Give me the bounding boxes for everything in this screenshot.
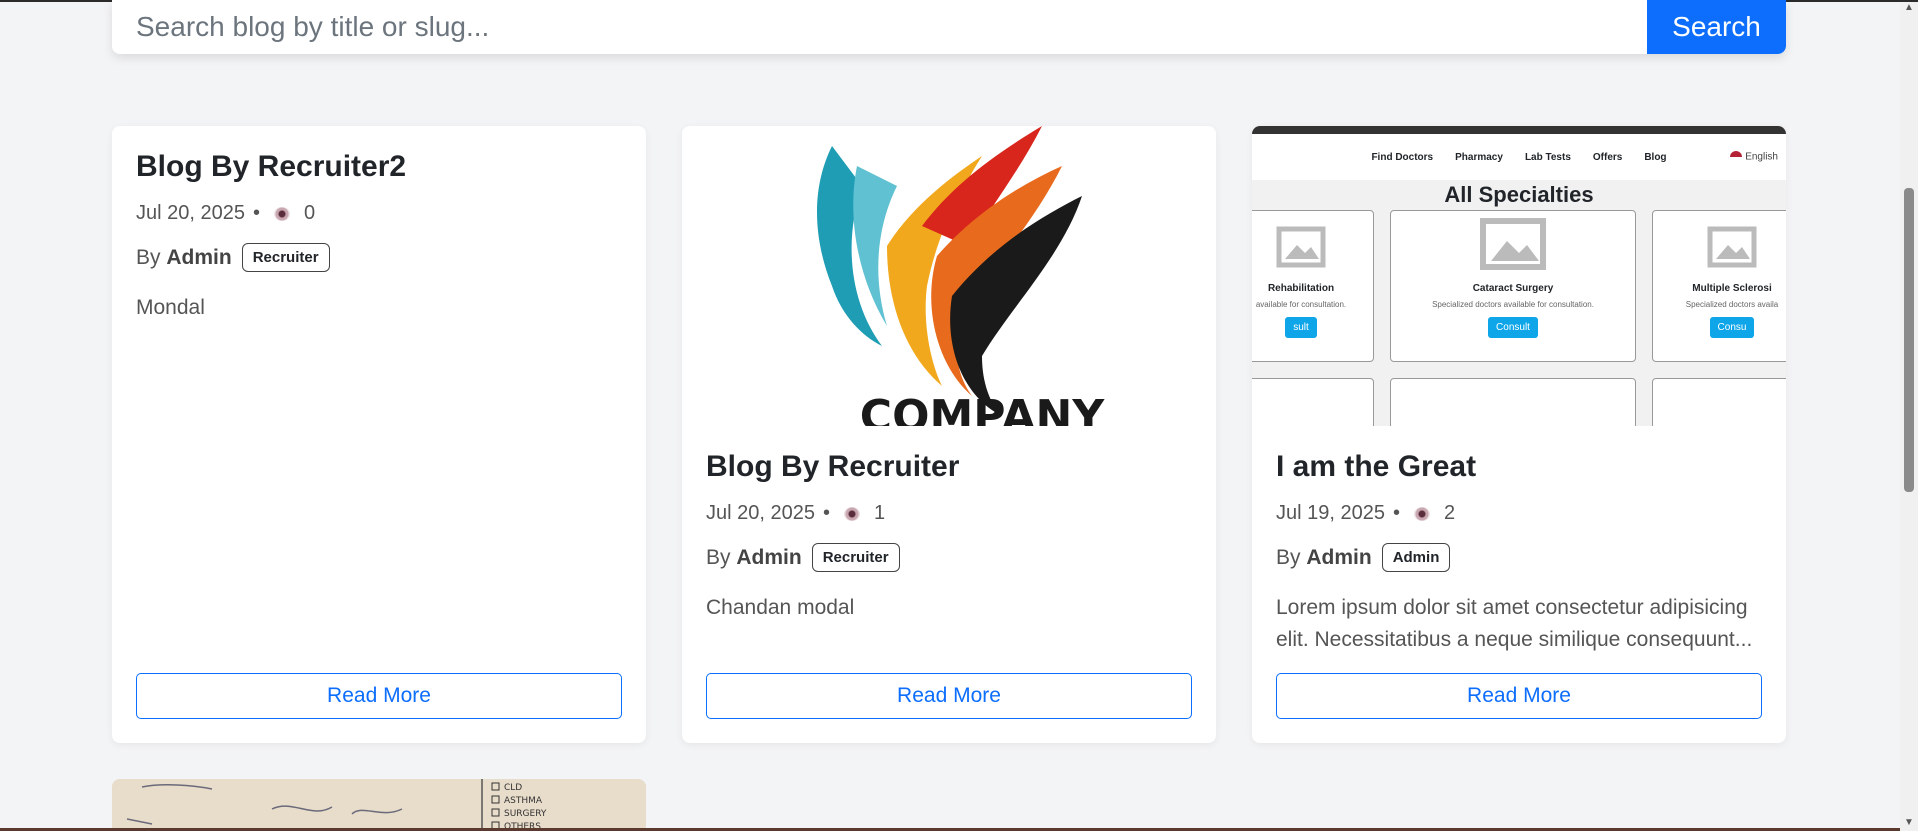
- handwritten-note-image: CLD ASTHMA SURGERY OTHERS: [112, 779, 646, 831]
- read-more-button[interactable]: Read More: [136, 673, 622, 719]
- specialty-tile: Cataract Surgery Specialized doctors ava…: [1390, 210, 1636, 362]
- card-excerpt: Lorem ipsum dolor sit amet consectetur a…: [1276, 596, 1753, 651]
- card-author: By Admin Admin: [1276, 543, 1762, 572]
- card-title[interactable]: Blog By Recruiter2: [136, 150, 622, 184]
- svg-text:SURGERY: SURGERY: [504, 809, 547, 819]
- svg-text:ASTHMA: ASTHMA: [504, 796, 543, 806]
- by-label: By: [706, 545, 731, 569]
- company-logo-image[interactable]: COMPANY: [682, 126, 1216, 426]
- svg-text:CLD: CLD: [504, 783, 522, 793]
- role-badge: Recruiter: [811, 543, 900, 572]
- eye-icon: [274, 206, 290, 221]
- view-count: 1: [874, 502, 886, 524]
- author-name: Admin: [736, 545, 802, 569]
- read-more-button[interactable]: Read More: [706, 673, 1192, 719]
- blog-card: Find Doctors Pharmacy Lab Tests Offers B…: [1252, 126, 1786, 743]
- image-placeholder-icon: [1276, 226, 1326, 268]
- card-title[interactable]: Blog By Recruiter: [706, 450, 1192, 484]
- search-bar: Search: [112, 0, 1786, 54]
- blog-card: COMPANY Blog By Recruiter Jul 20, 2025 •…: [682, 126, 1216, 743]
- mini-nav: Find Doctors Pharmacy Lab Tests Offers B…: [1371, 151, 1778, 163]
- specialty-tile: Rehabilitation available for consultatio…: [1252, 210, 1374, 362]
- specialty-tile: Multiple Sclerosi Specialized doctors av…: [1652, 210, 1786, 362]
- flag-icon: [1730, 151, 1743, 163]
- card-meta: Jul 19, 2025 • 2: [1276, 502, 1456, 524]
- logo-text: COMPANY: [860, 391, 1106, 426]
- by-label: By: [136, 245, 161, 269]
- card-date: Jul 20, 2025: [706, 502, 815, 524]
- card-excerpt: Mondal: [136, 296, 205, 319]
- card-excerpt: Chandan modal: [706, 596, 855, 619]
- card-author: By Admin Recruiter: [706, 543, 1192, 572]
- mini-heading: All Specialties: [1252, 180, 1786, 210]
- vertical-scrollbar[interactable]: ▲ ▼: [1900, 2, 1918, 831]
- view-count: 2: [1444, 502, 1456, 524]
- card-date: Jul 20, 2025: [136, 202, 245, 224]
- specialties-screenshot-image[interactable]: Find Doctors Pharmacy Lab Tests Offers B…: [1252, 126, 1786, 426]
- eye-icon: [844, 506, 860, 521]
- image-placeholder-icon: [1707, 226, 1757, 268]
- card-title[interactable]: I am the Great: [1276, 450, 1762, 484]
- by-label: By: [1276, 545, 1301, 569]
- card-meta: Jul 20, 2025 • 1: [706, 502, 886, 524]
- author-name: Admin: [166, 245, 232, 269]
- search-button[interactable]: Search: [1647, 0, 1786, 54]
- scroll-down-arrow-icon[interactable]: ▼: [1900, 817, 1918, 831]
- scrollbar-thumb[interactable]: [1904, 188, 1914, 492]
- view-count: 0: [304, 202, 316, 224]
- read-more-button[interactable]: Read More: [1276, 673, 1762, 719]
- card-author: By Admin Recruiter: [136, 243, 622, 272]
- image-placeholder-icon: [1480, 218, 1546, 270]
- card-meta: Jul 20, 2025 • 0: [136, 202, 316, 224]
- author-name: Admin: [1306, 545, 1372, 569]
- eye-icon: [1414, 506, 1430, 521]
- role-badge: Recruiter: [241, 243, 330, 272]
- role-badge: Admin: [1381, 543, 1451, 572]
- language-selector: English: [1730, 151, 1778, 163]
- search-input[interactable]: [112, 0, 1647, 54]
- blog-card-partial[interactable]: CLD ASTHMA SURGERY OTHERS: [112, 779, 646, 831]
- blog-card: Blog By Recruiter2 Jul 20, 2025 • 0 By A…: [112, 126, 646, 743]
- card-date: Jul 19, 2025: [1276, 502, 1385, 524]
- scroll-up-arrow-icon[interactable]: ▲: [1900, 2, 1918, 18]
